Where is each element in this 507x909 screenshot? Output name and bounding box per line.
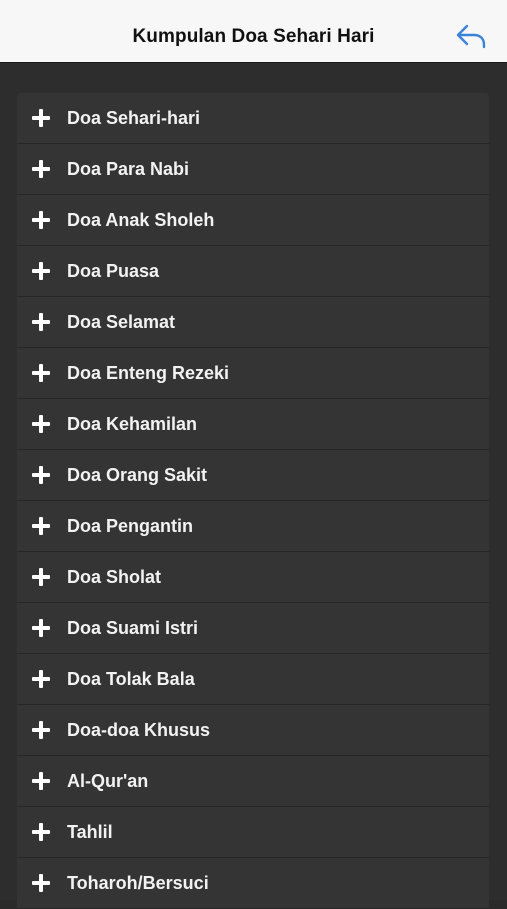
list-item[interactable]: Doa Tolak Bala	[17, 654, 489, 705]
list-item[interactable]: Doa Suami Istri	[17, 603, 489, 654]
list-item[interactable]: Toharoh/Bersuci	[17, 858, 489, 909]
list-item-label: Doa Sholat	[67, 567, 162, 587]
list-item-label: Al-Qur'an	[67, 771, 149, 791]
plus-icon	[31, 261, 51, 281]
plus-icon	[31, 771, 51, 791]
plus-icon	[31, 210, 51, 230]
list-item-label: Doa Sehari-hari	[67, 108, 201, 128]
list-item-label: Doa Tolak Bala	[67, 669, 195, 689]
back-button[interactable]	[455, 22, 487, 50]
plus-icon	[31, 720, 51, 740]
plus-icon	[31, 618, 51, 638]
list-item[interactable]: Doa Sehari-hari	[17, 93, 489, 144]
list-item-label: Doa Enteng Rezeki	[67, 363, 230, 383]
list-item[interactable]: Doa Sholat	[17, 552, 489, 603]
list-item-label: Doa Puasa	[67, 261, 160, 281]
list-item-label: Doa Suami Istri	[67, 618, 199, 638]
reply-arrow-icon	[456, 24, 486, 49]
list-item-label: Doa Para Nabi	[67, 159, 190, 179]
plus-icon	[31, 822, 51, 842]
plus-icon	[31, 567, 51, 587]
list-item-label: Doa Pengantin	[67, 516, 194, 536]
doa-category-list: Doa Sehari-hari Doa Para Nabi Doa Anak S…	[17, 93, 489, 909]
list-item[interactable]: Doa Anak Sholeh	[17, 195, 489, 246]
plus-icon	[31, 108, 51, 128]
list-item-label: Doa Selamat	[67, 312, 176, 332]
plus-icon	[31, 159, 51, 179]
plus-icon	[31, 516, 51, 536]
plus-icon	[31, 312, 51, 332]
list-item[interactable]: Doa Enteng Rezeki	[17, 348, 489, 399]
list-item[interactable]: Doa Puasa	[17, 246, 489, 297]
list-item[interactable]: Doa Kehamilan	[17, 399, 489, 450]
list-item-label: Doa-doa Khusus	[67, 720, 211, 740]
list-item[interactable]: Doa Para Nabi	[17, 144, 489, 195]
list-item-label: Doa Anak Sholeh	[67, 210, 215, 230]
list-item-label: Doa Kehamilan	[67, 414, 198, 434]
plus-icon	[31, 873, 51, 893]
plus-icon	[31, 669, 51, 689]
list-item-label: Doa Orang Sakit	[67, 465, 208, 485]
navigation-bar: Kumpulan Doa Sehari Hari	[0, 0, 507, 63]
list-item[interactable]: Al-Qur'an	[17, 756, 489, 807]
list-item[interactable]: Tahlil	[17, 807, 489, 858]
plus-icon	[31, 363, 51, 383]
content-area: Doa Sehari-hari Doa Para Nabi Doa Anak S…	[0, 63, 507, 909]
list-item-label: Tahlil	[67, 822, 113, 842]
plus-icon	[31, 465, 51, 485]
list-item[interactable]: Doa Selamat	[17, 297, 489, 348]
page-title: Kumpulan Doa Sehari Hari	[132, 26, 375, 47]
list-item[interactable]: Doa-doa Khusus	[17, 705, 489, 756]
list-item[interactable]: Doa Pengantin	[17, 501, 489, 552]
list-item-label: Toharoh/Bersuci	[67, 873, 209, 893]
list-item[interactable]: Doa Orang Sakit	[17, 450, 489, 501]
plus-icon	[31, 414, 51, 434]
